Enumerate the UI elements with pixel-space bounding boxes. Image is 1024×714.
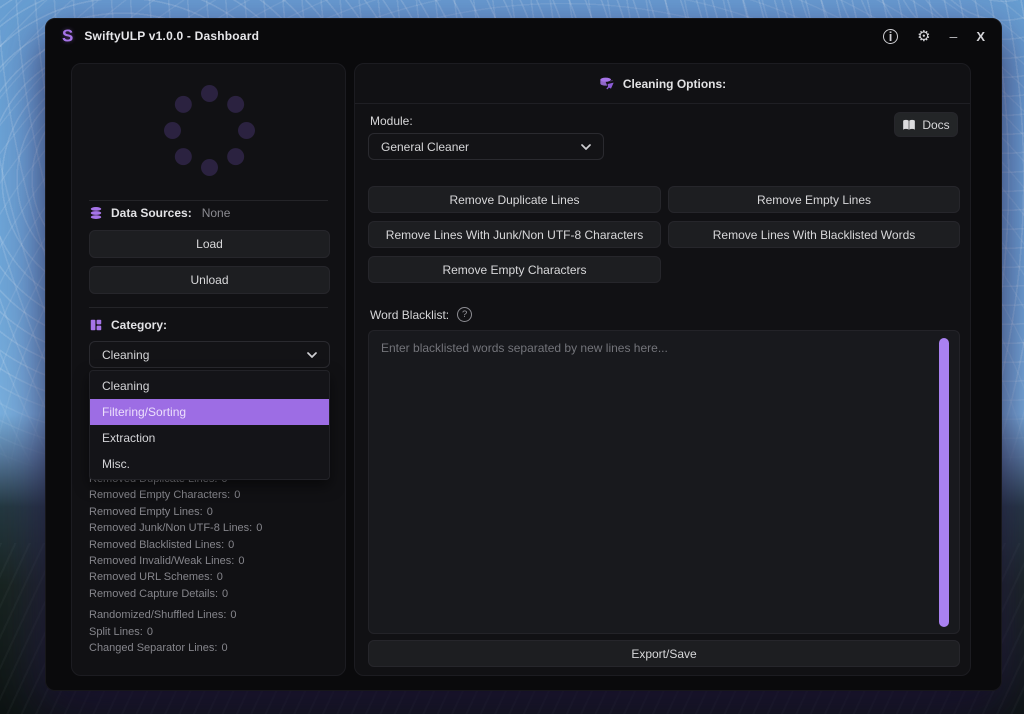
book-icon	[902, 119, 916, 131]
word-blacklist-row: Word Blacklist: ?	[370, 307, 472, 322]
stat-line: Removed Empty Lines:0	[89, 504, 262, 520]
help-icon[interactable]: ?	[457, 307, 472, 322]
load-button[interactable]: Load	[89, 230, 330, 258]
docs-button[interactable]: Docs	[894, 112, 958, 137]
stat-line: Changed Separator Lines:0	[89, 640, 262, 656]
category-select[interactable]: Cleaning	[89, 341, 330, 368]
module-selected-value: General Cleaner	[381, 140, 469, 154]
stat-line: Removed Invalid/Weak Lines:0	[89, 553, 262, 569]
minimize-button[interactable]: –	[950, 28, 958, 44]
divider	[89, 200, 328, 201]
chevron-down-icon	[307, 352, 317, 358]
category-label: Category:	[111, 318, 167, 332]
stat-line: Split Lines:0	[89, 624, 262, 640]
remove-duplicate-lines-button[interactable]: Remove Duplicate Lines	[368, 186, 661, 213]
stat-line: Randomized/Shuffled Lines:0	[89, 607, 262, 623]
data-sources-row: Data Sources: None	[89, 206, 230, 220]
data-sources-label: Data Sources:	[111, 206, 192, 220]
unload-button[interactable]: Unload	[89, 266, 330, 294]
category-selected-value: Cleaning	[102, 348, 149, 362]
remove-junk-utf8-lines-button[interactable]: Remove Lines With Junk/Non UTF-8 Charact…	[368, 221, 661, 248]
divider	[89, 307, 328, 308]
stats-list: Removed Duplicate Lines:0 Removed Empty …	[89, 471, 262, 656]
remove-blacklisted-words-button[interactable]: Remove Lines With Blacklisted Words	[668, 221, 960, 248]
stat-line: Removed Junk/Non UTF-8 Lines:0	[89, 520, 262, 536]
close-button[interactable]: X	[976, 29, 985, 44]
category-option-misc[interactable]: Misc.	[90, 451, 329, 477]
cleaning-options-header: Cleaning Options:	[355, 64, 970, 104]
word-blacklist-label: Word Blacklist:	[370, 308, 449, 322]
category-dropdown-list: Cleaning Filtering/Sorting Extraction Mi…	[89, 370, 330, 480]
chevron-down-icon	[581, 144, 591, 150]
window-title: SwiftyULP v1.0.0 - Dashboard	[84, 29, 259, 43]
category-option-filtering-sorting[interactable]: Filtering/Sorting	[90, 399, 329, 425]
sidebar-panel: Data Sources: None Load Unload Category:…	[71, 63, 346, 676]
category-row: Category:	[89, 318, 167, 332]
module-select[interactable]: General Cleaner	[368, 133, 604, 160]
grid-icon	[89, 318, 103, 332]
stat-line: Removed Blacklisted Lines:0	[89, 537, 262, 553]
stat-line: Removed Empty Characters:0	[89, 487, 262, 503]
window-controls: i ⚙ – X	[883, 27, 985, 45]
remove-empty-lines-button[interactable]: Remove Empty Lines	[668, 186, 960, 213]
info-icon[interactable]: i	[883, 29, 898, 44]
blacklist-scrollbar-thumb[interactable]	[939, 338, 949, 627]
database-icon	[89, 206, 103, 220]
app-window: S SwiftyULP v1.0.0 - Dashboard i ⚙ – X D…	[45, 18, 1002, 691]
category-option-extraction[interactable]: Extraction	[90, 425, 329, 451]
word-blacklist-textarea[interactable]	[368, 330, 960, 634]
stat-line: Removed URL Schemes:0	[89, 569, 262, 585]
app-logo-icon: S	[62, 26, 73, 47]
export-save-button[interactable]: Export/Save	[368, 640, 960, 667]
data-sources-value: None	[202, 206, 231, 220]
stat-line: Removed Capture Details:0	[89, 586, 262, 602]
module-label: Module:	[370, 114, 413, 128]
gear-icon[interactable]: ⚙	[917, 27, 930, 45]
category-option-cleaning[interactable]: Cleaning	[90, 373, 329, 399]
cleaning-options-panel: Cleaning Options: Module: General Cleane…	[354, 63, 971, 676]
title-bar: S SwiftyULP v1.0.0 - Dashboard i ⚙ – X	[46, 19, 1001, 53]
cleaning-options-title: Cleaning Options:	[623, 77, 726, 91]
remove-empty-characters-button[interactable]: Remove Empty Characters	[368, 256, 661, 283]
clean-database-icon	[599, 76, 615, 92]
loading-spinner	[164, 85, 254, 175]
docs-label: Docs	[922, 118, 949, 132]
